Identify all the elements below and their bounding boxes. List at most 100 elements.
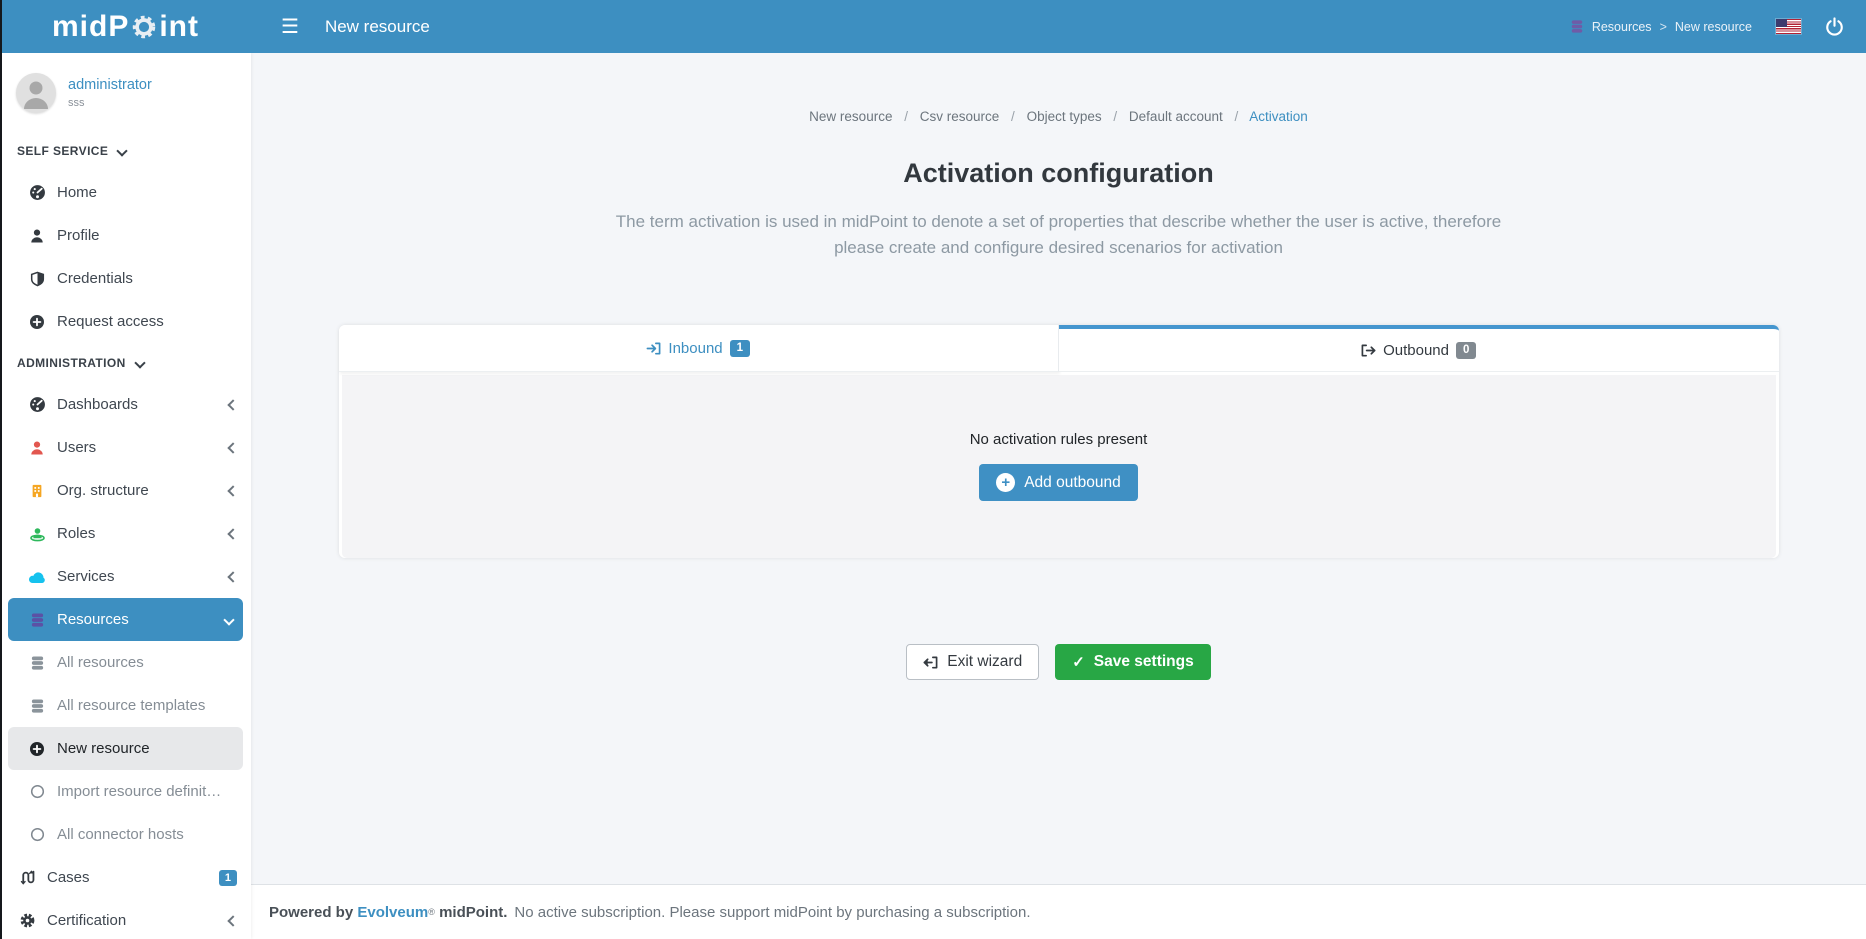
page-description: The term activation is used in midPoint … bbox=[599, 209, 1519, 261]
sign-in-icon bbox=[646, 341, 661, 356]
sidebar-item-all-connector-hosts[interactable]: All connector hosts bbox=[0, 813, 251, 856]
sidebar-item-label: Users bbox=[57, 439, 96, 456]
sidebar-item-label: Dashboards bbox=[57, 396, 138, 413]
add-outbound-label: Add outbound bbox=[1024, 474, 1121, 492]
save-settings-label: Save settings bbox=[1094, 653, 1194, 671]
sidebar-item-all-resources[interactable]: All resources bbox=[0, 641, 251, 684]
exit-wizard-button[interactable]: Exit wizard bbox=[906, 644, 1039, 680]
sidebar-item-label: Resources bbox=[57, 611, 129, 628]
sidebar-item-users[interactable]: Users bbox=[0, 426, 251, 469]
page-content: New resource / Csv resource / Object typ… bbox=[251, 53, 1866, 884]
plus-circle-icon: + bbox=[996, 473, 1015, 492]
chevron-left-icon bbox=[227, 528, 238, 539]
tab-outbound[interactable]: Outbound 0 bbox=[1059, 325, 1779, 372]
breadcrumb-new-resource[interactable]: New resource bbox=[809, 109, 892, 124]
midpoint-app: midP int ☰ New resource Res bbox=[0, 0, 1866, 939]
sidebar-item-label: Roles bbox=[57, 525, 95, 542]
breadcrumb-csv-resource[interactable]: Csv resource bbox=[920, 109, 1000, 124]
chevron-left-icon bbox=[227, 571, 238, 582]
chevron-down-icon bbox=[134, 357, 145, 368]
database-icon bbox=[27, 655, 47, 671]
sidebar-item-dashboards[interactable]: Dashboards bbox=[0, 383, 251, 426]
chevron-left-icon bbox=[227, 442, 238, 453]
plus-circle-icon bbox=[27, 741, 47, 757]
sidebar-item-profile[interactable]: Profile bbox=[0, 214, 251, 257]
cog-icon bbox=[17, 912, 37, 929]
outbound-count-badge: 0 bbox=[1456, 342, 1476, 359]
breadcrumb-separator: / bbox=[1113, 109, 1117, 124]
cloud-icon bbox=[27, 570, 47, 584]
tab-label: Outbound bbox=[1383, 342, 1449, 359]
topbar-breadcrumb: Resources > New resource bbox=[1570, 19, 1752, 34]
sidebar-item-label: Import resource definit… bbox=[57, 783, 221, 800]
sidebar-item-import-resource-definition[interactable]: Import resource definit… bbox=[0, 770, 251, 813]
chevron-down-icon bbox=[223, 614, 234, 625]
tab-bar: Inbound 1 Outbound 0 bbox=[339, 325, 1779, 372]
footer: Powered by Evolveum® midPoint. No active… bbox=[251, 884, 1866, 939]
sidebar: administrator sss SELF SERVICE Home Pro bbox=[0, 53, 251, 939]
topbar-breadcrumb-resources[interactable]: Resources bbox=[1592, 20, 1652, 34]
sidebar-item-home[interactable]: Home bbox=[0, 171, 251, 214]
breadcrumb-activation: Activation bbox=[1249, 109, 1308, 124]
cases-count-badge: 1 bbox=[219, 870, 237, 886]
circle-icon bbox=[27, 784, 47, 799]
logout-power-icon[interactable] bbox=[1825, 17, 1844, 36]
tab-label: Inbound bbox=[668, 340, 722, 357]
sidebar-item-request-access[interactable]: Request access bbox=[0, 300, 251, 343]
page-title: Activation configuration bbox=[251, 158, 1866, 189]
breadcrumb-object-types[interactable]: Object types bbox=[1027, 109, 1102, 124]
breadcrumb-separator: / bbox=[1011, 109, 1015, 124]
sidebar-item-roles[interactable]: Roles bbox=[0, 512, 251, 555]
user-subtitle: sss bbox=[68, 97, 152, 109]
chevron-left-icon bbox=[227, 399, 238, 410]
breadcrumb-default-account[interactable]: Default account bbox=[1129, 109, 1223, 124]
breadcrumb-separator: / bbox=[1235, 109, 1239, 124]
tab-inbound[interactable]: Inbound 1 bbox=[339, 325, 1060, 372]
locale-flag-us-icon[interactable] bbox=[1776, 19, 1801, 34]
sidebar-item-credentials[interactable]: Credentials bbox=[0, 257, 251, 300]
sidebar-item-all-resource-templates[interactable]: All resource templates bbox=[0, 684, 251, 727]
building-icon bbox=[27, 483, 47, 499]
sidebar-item-label: Certification bbox=[47, 912, 126, 929]
midpoint-logo[interactable]: midP int bbox=[0, 10, 251, 44]
database-icon bbox=[1570, 19, 1584, 34]
sidebar-item-label: Services bbox=[57, 568, 115, 585]
section-header-administration[interactable]: ADMINISTRATION bbox=[0, 343, 251, 383]
inbound-count-badge: 1 bbox=[730, 340, 750, 357]
topbar-page-title: New resource bbox=[325, 17, 430, 37]
database-icon bbox=[27, 612, 47, 628]
user-icon bbox=[27, 440, 47, 456]
tab-panel-outbound: No activation rules present + Add outbou… bbox=[342, 375, 1776, 558]
avatar[interactable] bbox=[16, 73, 56, 113]
registered-mark: ® bbox=[428, 907, 435, 917]
add-outbound-button[interactable]: + Add outbound bbox=[979, 464, 1138, 501]
footer-product: midPoint. bbox=[439, 904, 507, 921]
sign-out-icon bbox=[1361, 343, 1376, 358]
evolveum-link[interactable]: Evolveum bbox=[357, 904, 428, 921]
sidebar-item-certification[interactable]: Certification bbox=[0, 899, 251, 939]
breadcrumb: New resource / Csv resource / Object typ… bbox=[251, 109, 1866, 124]
cases-icon bbox=[17, 869, 37, 886]
sidebar-item-label: All connector hosts bbox=[57, 826, 184, 843]
sidebar-item-label: Request access bbox=[57, 313, 164, 330]
logo-gear-icon bbox=[132, 15, 156, 39]
plus-circle-icon bbox=[27, 314, 47, 330]
section-header-self-service[interactable]: SELF SERVICE bbox=[0, 131, 251, 171]
wizard-actions: Exit wizard ✓ Save settings bbox=[251, 644, 1866, 680]
empty-state-text: No activation rules present bbox=[342, 375, 1776, 448]
database-icon bbox=[27, 698, 47, 714]
username-link[interactable]: administrator bbox=[68, 77, 152, 93]
sidebar-item-cases[interactable]: Cases 1 bbox=[0, 856, 251, 899]
activation-wizard-card: Inbound 1 Outbound 0 No activa bbox=[339, 325, 1779, 558]
sidebar-item-services[interactable]: Services bbox=[0, 555, 251, 598]
sidebar-item-label: Credentials bbox=[57, 270, 133, 287]
sidebar-item-org-structure[interactable]: Org. structure bbox=[0, 469, 251, 512]
hamburger-menu-icon[interactable]: ☰ bbox=[281, 14, 299, 39]
circle-icon bbox=[27, 827, 47, 842]
sidebar-item-resources[interactable]: Resources bbox=[8, 598, 243, 641]
user-panel: administrator sss bbox=[0, 53, 251, 131]
chevron-left-icon bbox=[227, 915, 238, 926]
save-settings-button[interactable]: ✓ Save settings bbox=[1055, 644, 1211, 680]
sidebar-item-new-resource[interactable]: New resource bbox=[8, 727, 243, 770]
topbar-breadcrumb-new-resource[interactable]: New resource bbox=[1675, 20, 1752, 34]
